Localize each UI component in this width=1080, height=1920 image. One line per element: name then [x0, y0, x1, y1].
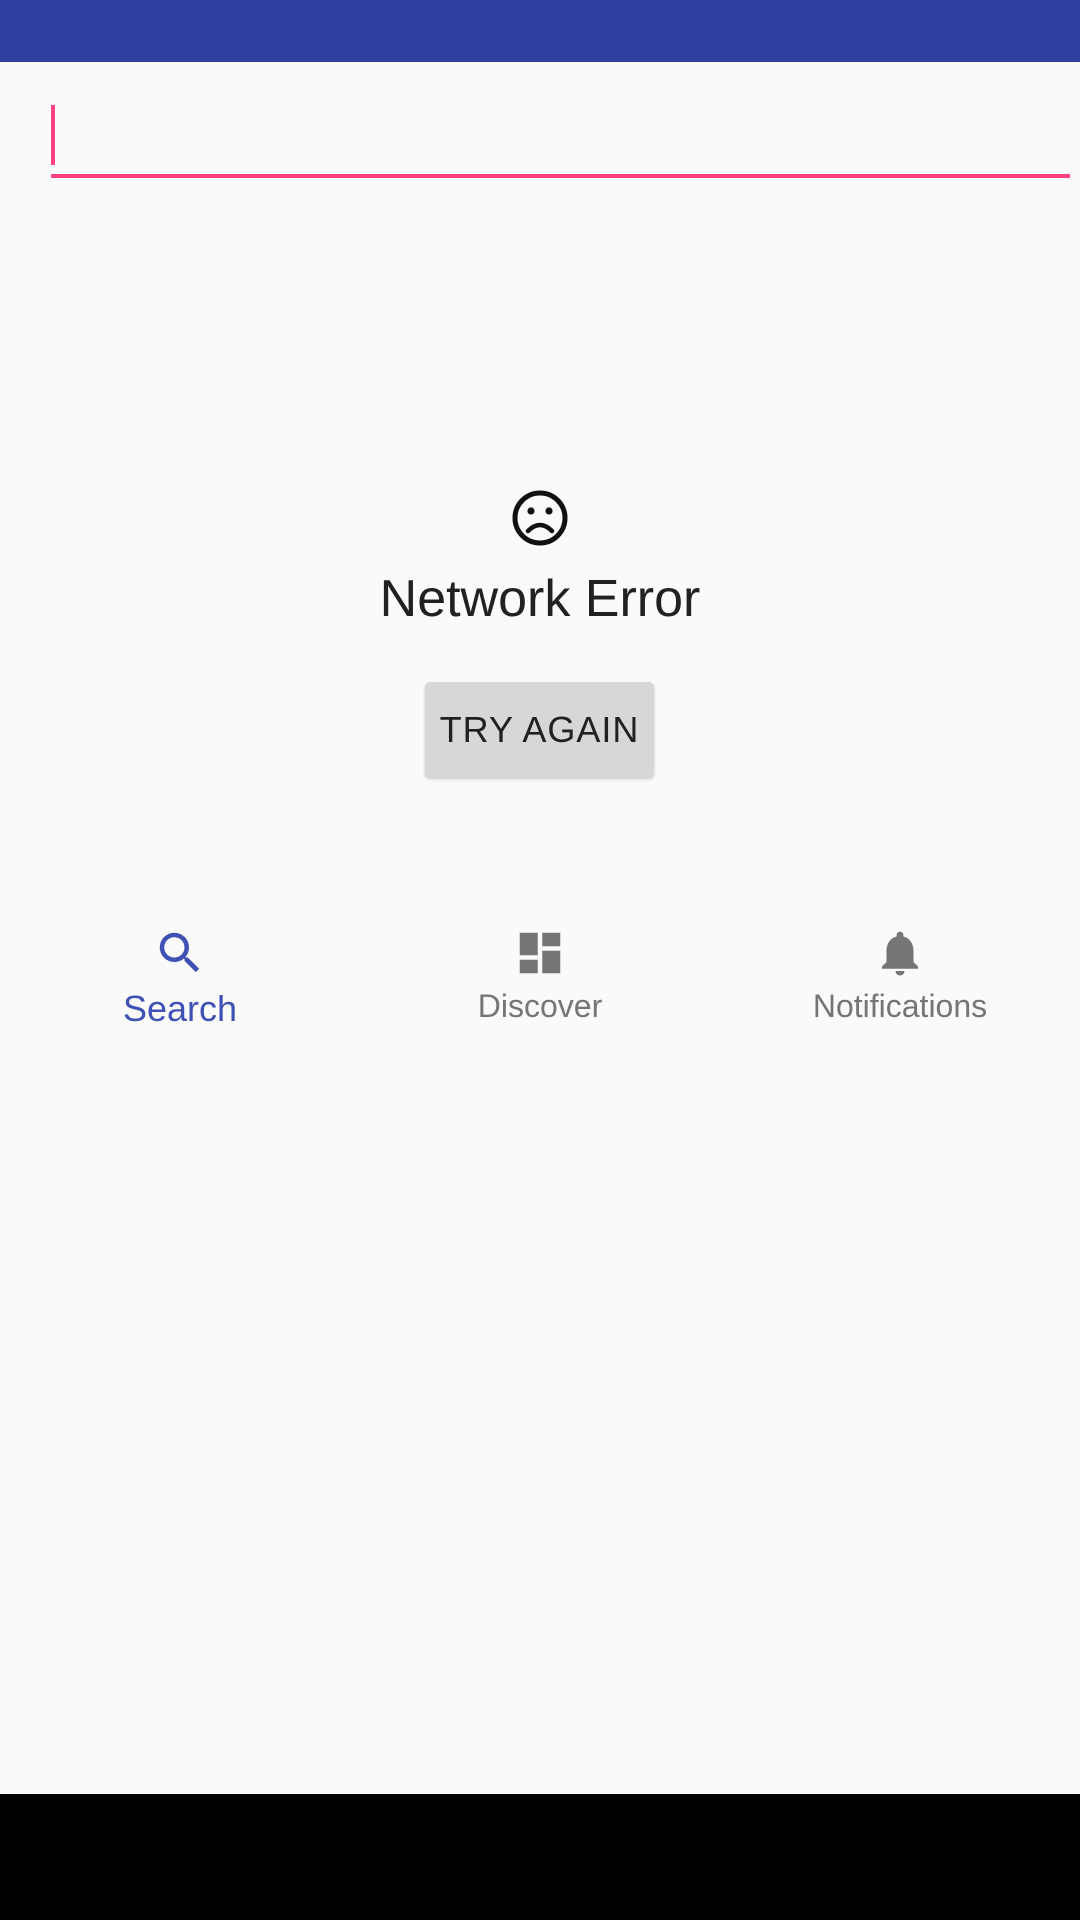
nav-label-notifications: Notifications [812, 988, 988, 1024]
nav-label-discover: Discover [477, 988, 603, 1024]
status-bar [0, 0, 1080, 62]
nav-label-search: Search [122, 988, 238, 1029]
search-field[interactable] [51, 100, 1070, 178]
system-navigation-bar [0, 1794, 1080, 1920]
try-again-button[interactable]: TRY AGAIN [425, 682, 654, 777]
nav-item-discover[interactable]: Discover [360, 912, 720, 1052]
search-input[interactable] [51, 100, 1070, 174]
nav-item-search[interactable]: Search [0, 912, 360, 1052]
sad-face-icon [512, 490, 568, 546]
bell-icon [882, 931, 918, 976]
search-icon [159, 932, 200, 973]
error-state: Network Error [0, 488, 1080, 625]
app-screen: Network Error TRY AGAIN Search Discover … [0, 0, 1080, 1920]
bottom-navigation: Search Discover Notifications [0, 912, 1080, 1052]
nav-item-notifications[interactable]: Notifications [720, 912, 1080, 1052]
error-title: Network Error [379, 570, 701, 628]
dashboard-icon [519, 932, 561, 974]
